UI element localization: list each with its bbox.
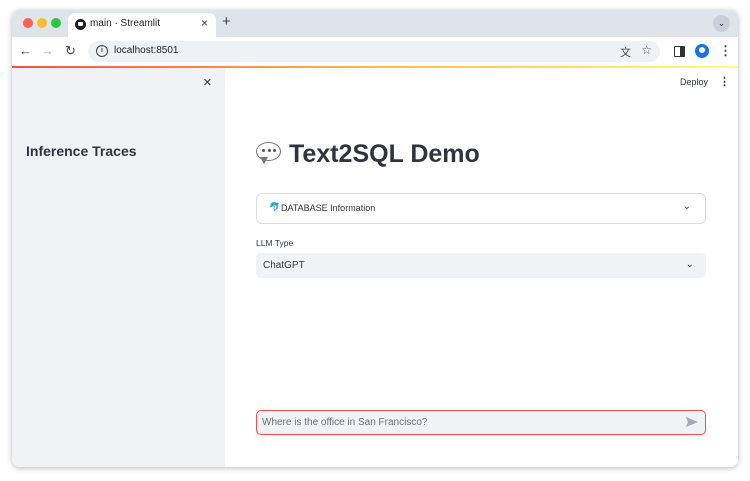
database-info-expander[interactable]: 🐬 DATABASE Information ⌄ <box>256 193 706 224</box>
llm-type-label: LLM Type <box>256 238 294 248</box>
tab-close-icon[interactable]: × <box>201 16 208 30</box>
tab-search-button[interactable]: ⌄ <box>713 15 730 32</box>
reload-button[interactable]: ↻ <box>65 43 76 59</box>
deploy-button[interactable]: Deploy <box>680 77 708 87</box>
browser-window: main · Streamlit × + ⌄ ← → ↻ i localhost… <box>12 10 738 467</box>
browser-tab[interactable]: main · Streamlit × <box>68 13 216 37</box>
sidebar-close-icon[interactable]: × <box>203 74 212 91</box>
forward-button[interactable]: → <box>41 43 54 58</box>
maximize-window-button[interactable] <box>51 18 61 28</box>
close-window-button[interactable] <box>23 18 33 28</box>
back-button[interactable]: ← <box>19 43 32 58</box>
bookmark-star-icon[interactable]: ☆ <box>641 43 652 57</box>
main-menu-icon[interactable]: ⋮ <box>719 75 730 88</box>
streamlit-favicon-icon <box>75 19 86 30</box>
new-tab-button[interactable]: + <box>222 13 231 30</box>
browser-menu-icon[interactable]: ⋮ <box>719 43 732 59</box>
chat-input[interactable] <box>262 415 662 430</box>
tab-bar: main · Streamlit × + ⌄ <box>12 10 738 37</box>
select-value: ChatGPT <box>263 260 305 271</box>
dolphin-icon: 🐬 <box>269 202 281 212</box>
browser-toolbar: ← → ↻ i localhost:8501 文 ☆ ⋮ <box>12 37 738 66</box>
chevron-down-icon: ⌄ <box>685 259 694 270</box>
chevron-down-icon: ⌄ <box>682 201 691 212</box>
page-title: Text2SQL Demo <box>256 140 480 169</box>
address-bar[interactable]: i localhost:8501 文 ☆ <box>88 41 660 62</box>
speech-bubble-icon <box>256 142 283 164</box>
llm-type-select[interactable]: ChatGPT ⌄ <box>256 253 706 278</box>
minimize-window-button[interactable] <box>37 18 47 28</box>
sidebar-title: Inference Traces <box>26 143 137 159</box>
translate-icon[interactable]: 文 <box>620 44 631 60</box>
expander-label: DATABASE Information <box>281 203 376 213</box>
sidebar: × Inference Traces <box>12 68 225 467</box>
url-text[interactable]: localhost:8501 <box>114 45 179 56</box>
profile-avatar-icon[interactable] <box>695 44 709 58</box>
tab-title: main · Streamlit <box>90 18 161 29</box>
page-title-text: Text2SQL Demo <box>289 140 480 168</box>
send-icon[interactable] <box>685 415 699 429</box>
site-info-icon[interactable]: i <box>96 45 108 57</box>
main-content: Deploy ⋮ Text2SQL Demo 🐬 DATABASE Inform… <box>225 68 738 467</box>
side-panel-icon[interactable] <box>674 46 685 57</box>
chat-input-box[interactable] <box>256 410 706 435</box>
